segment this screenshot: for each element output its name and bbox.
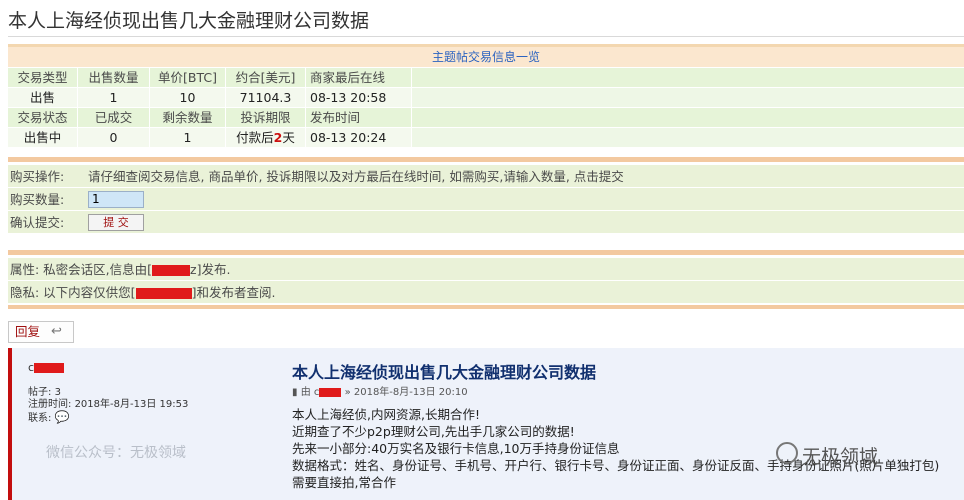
- label-remaining: 剩余数量: [150, 108, 226, 127]
- post-line: 需要直接拍,常合作: [292, 475, 396, 490]
- value-remaining: 1: [150, 128, 226, 147]
- value-usd: 71104.3: [226, 88, 306, 107]
- trade-info-table: 主题帖交易信息一览 交易类型 出售数量 单价[BTC] 约合[美元] 商家最后在…: [8, 44, 964, 147]
- post-content: 本人上海经侦现出售几大金融理财公司数据 ▮ 由 c » 2018年-8月-13日…: [292, 348, 964, 500]
- buy-panel: 购买操作: 请仔细查阅交易信息, 商品单价, 投诉期限以及对方最后在线时间, 如…: [8, 165, 964, 234]
- redaction-mark: [34, 363, 65, 373]
- reply-button[interactable]: 回复 ↩: [8, 321, 74, 343]
- redaction-mark: [152, 265, 191, 276]
- wechat-logo-icon: [776, 442, 798, 464]
- label-completed: 已成交: [78, 108, 150, 127]
- watermark-brand: 无极领域: [802, 446, 879, 468]
- label-sell-qty: 出售数量: [78, 68, 150, 87]
- buy-quantity-row: 购买数量:: [8, 188, 964, 211]
- author-name[interactable]: c: [28, 361, 65, 374]
- info-panel: 属性: 私密会话区,信息由[z]发布. 隐私: 以下内容仅供您[]和发布者查阅.: [8, 258, 964, 304]
- value-unit-price: 10: [150, 88, 226, 107]
- value-completed: 0: [78, 128, 150, 147]
- section-divider: [8, 157, 964, 162]
- post-container: c 帖子: 3 注册时间: 2018年-8月-13日 19:53 联系: 💬 微…: [8, 348, 964, 500]
- privacy-row: 隐私: 以下内容仅供您[]和发布者查阅.: [8, 281, 964, 304]
- value-trade-type: 出售: [8, 88, 78, 107]
- buy-op-label: 购买操作:: [10, 168, 65, 184]
- reply-arrow-icon: ↩: [51, 324, 62, 339]
- label-complaint-period: 投诉期限: [226, 108, 306, 127]
- value-publish-time: 08-13 20:24: [306, 128, 412, 147]
- section-divider-3: [8, 305, 964, 309]
- post-line: 本人上海经侦,内网资源,长期合作!: [292, 407, 480, 422]
- reply-label: 回复: [15, 324, 41, 339]
- post-title: 本人上海经侦现出售几大金融理财公司数据: [292, 363, 597, 382]
- trade-row-labels-2: 交易状态 已成交 剩余数量 投诉期限 发布时间: [8, 107, 964, 127]
- author-contact: 联系: 💬: [28, 410, 70, 424]
- post-line: 近期查了不少p2p理财公司,先出手几家公司的数据!: [292, 424, 575, 439]
- label-publish-time: 发布时间: [306, 108, 412, 127]
- trade-info-header: 主题帖交易信息一览: [8, 47, 964, 67]
- redaction-mark: [135, 288, 192, 299]
- chat-bubble-icon[interactable]: 💬: [55, 410, 70, 424]
- trade-row-labels-1: 交易类型 出售数量 单价[BTC] 约合[美元] 商家最后在线: [8, 67, 964, 87]
- trade-row-values-2: 出售中 0 1 付款后2天 08-13 20:24: [8, 127, 964, 147]
- buy-op-text: 请仔细查阅交易信息, 商品单价, 投诉期限以及对方最后在线时间, 如需购买,请输…: [88, 168, 624, 184]
- redaction-mark: [319, 387, 342, 397]
- post-byline: ▮ 由 c » 2018年-8月-13日 20:10: [292, 387, 468, 398]
- label-trade-status: 交易状态: [8, 108, 78, 127]
- author-registered: 注册时间: 2018年-8月-13日 19:53: [28, 399, 189, 410]
- buy-qty-label: 购买数量:: [10, 191, 65, 207]
- label-usd: 约合[美元]: [226, 68, 306, 87]
- page-title: 本人上海经侦现出售几大金融理财公司数据: [8, 10, 370, 32]
- value-sell-qty: 1: [78, 88, 150, 107]
- watermark-text: 微信公众号：无极领域: [46, 445, 186, 461]
- submit-button[interactable]: 提 交: [88, 213, 144, 231]
- post-file-icon: ▮: [292, 387, 301, 398]
- post-author-sidebar: c 帖子: 3 注册时间: 2018年-8月-13日 19:53 联系: 💬 微…: [12, 348, 284, 500]
- buy-quantity-input[interactable]: [88, 190, 144, 208]
- section-divider-2: [8, 250, 964, 255]
- label-unit-price: 单价[BTC]: [150, 68, 226, 87]
- buy-confirm-row: 确认提交: 提 交: [8, 211, 964, 234]
- value-complaint-period: 付款后2天: [226, 128, 306, 147]
- label-last-online: 商家最后在线: [306, 68, 412, 87]
- attribute-row: 属性: 私密会话区,信息由[z]发布.: [8, 258, 964, 281]
- value-trade-status: 出售中: [8, 128, 78, 147]
- buy-instructions-row: 购买操作: 请仔细查阅交易信息, 商品单价, 投诉期限以及对方最后在线时间, 如…: [8, 165, 964, 188]
- label-trade-type: 交易类型: [8, 68, 78, 87]
- buy-confirm-label: 确认提交:: [10, 214, 65, 230]
- title-divider: [8, 36, 964, 37]
- value-last-online: 08-13 20:58: [306, 88, 412, 107]
- trade-row-values-1: 出售 1 10 71104.3 08-13 20:58: [8, 87, 964, 107]
